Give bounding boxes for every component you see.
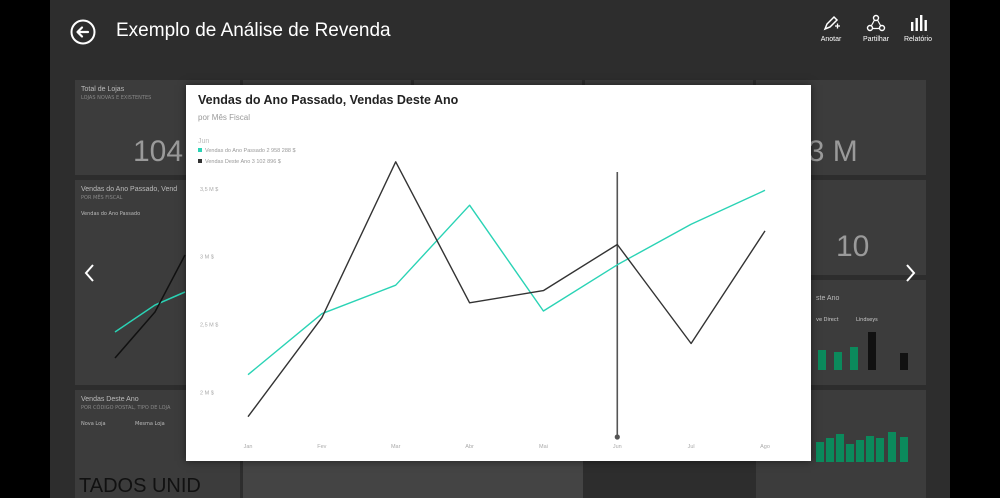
previous-chevron-icon[interactable] <box>80 258 100 288</box>
x-tick-label: Mai <box>539 444 548 450</box>
report-icon <box>911 15 927 31</box>
series-line-1 <box>247 189 766 376</box>
legend-swatch <box>198 159 202 163</box>
stores-value: 104 <box>133 135 184 168</box>
next-chevron-icon[interactable] <box>900 258 920 288</box>
x-tick-label: Jan <box>244 444 253 450</box>
report-label: Relatório <box>903 36 932 43</box>
legend-new-store: Nova Loja <box>81 421 106 427</box>
left-window-edge <box>0 0 50 498</box>
x-tick-label: Jul <box>688 444 695 450</box>
tile-subtitle: LOJAS NOVAS E EXISTENTES <box>81 95 152 101</box>
share-label: Partilhar <box>862 36 890 43</box>
annotate-button[interactable]: Anotar <box>809 14 853 43</box>
hover-marker-dot <box>614 434 620 440</box>
line-chart[interactable]: 3,5 M $ 3 M $ 2,5 M $ 2 M $ Jan Fev Mar Abr Mai J… <box>186 85 811 461</box>
series-line-2 <box>247 161 766 418</box>
annotate-label: Anotar <box>820 36 842 43</box>
x-tick-label: Jun <box>613 444 622 450</box>
y-tick-label: 2,5 M $ <box>200 323 218 329</box>
top-bar: Exemplo de Análise de Revenda Anotar Par… <box>50 0 950 70</box>
legend-same-store: Mesma Loja <box>135 421 165 427</box>
x-tick-label: Abr <box>465 444 474 450</box>
y-tick-label: 3,5 M $ <box>200 187 218 193</box>
x-tick-label: Ago <box>760 444 770 450</box>
tooltip-header: Jun <box>198 138 209 145</box>
x-tick-label: Fev <box>317 444 326 450</box>
tile-subtitle: POR CÓDIGO POSTAL, TIPO DE LOJA <box>81 405 171 411</box>
count-value: 10 <box>836 230 870 263</box>
back-button[interactable] <box>70 19 96 45</box>
legend-entry: Vendas do Ano Passado 2 958 288 $ <box>205 148 296 154</box>
y-tick-label: 2 M $ <box>200 390 214 396</box>
share-button[interactable]: Partilhar <box>854 14 898 43</box>
report-button[interactable]: Relatório <box>896 14 940 43</box>
y-tick-label: 3 M $ <box>200 255 214 261</box>
tile-title: Vendas Deste Ano <box>81 396 139 403</box>
pen-icon <box>823 15 840 31</box>
tile-title: Total de Lojas <box>81 86 125 93</box>
x-tick-label: Mar <box>391 444 401 450</box>
share-icon <box>866 14 886 32</box>
legend-entry: Vendas Deste Ano 3 102 896 $ <box>205 159 281 165</box>
legend-swatch <box>198 148 202 152</box>
focus-chart-overlay[interactable]: Vendas do Ano Passado, Vendas Deste Ano … <box>186 85 811 461</box>
page-title: Exemplo de Análise de Revenda <box>116 20 391 41</box>
map-text: TADOS UNID <box>79 475 201 497</box>
right-window-edge <box>950 0 1000 498</box>
back-arrow-icon <box>70 19 96 45</box>
